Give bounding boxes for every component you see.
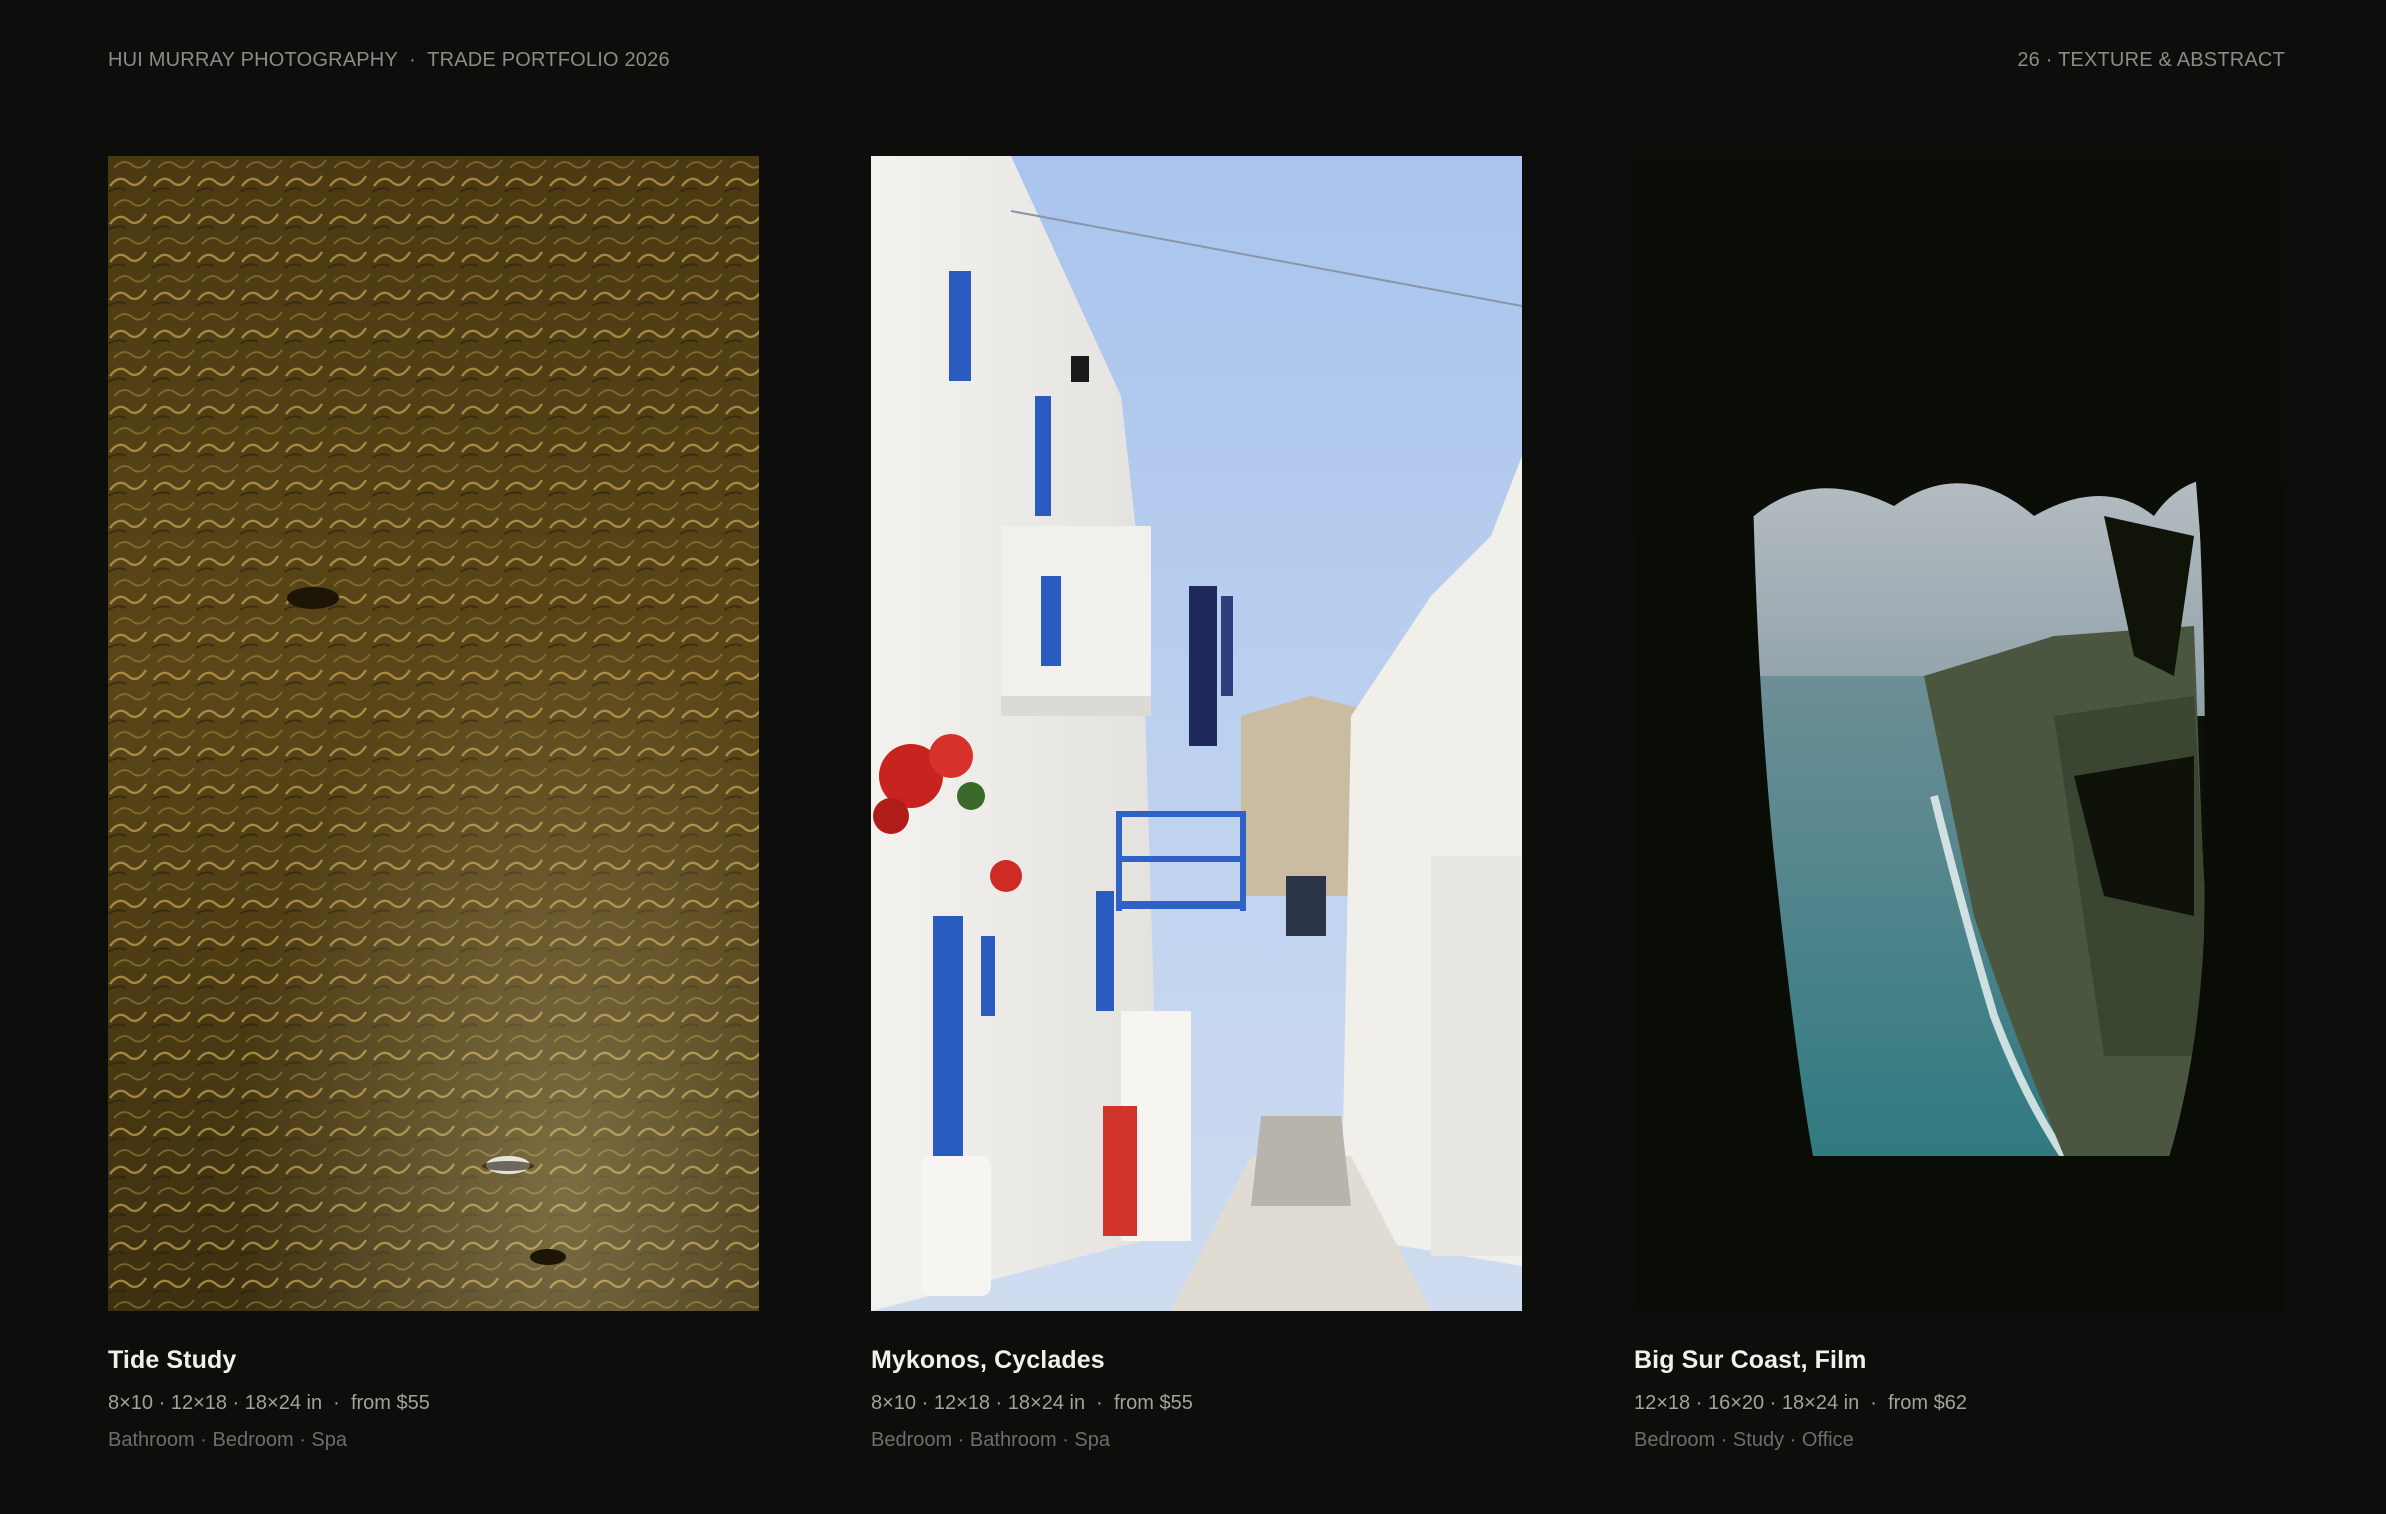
photo-mykonos[interactable]	[871, 156, 1522, 1311]
portfolio-name: TRADE PORTFOLIO 2026	[427, 48, 670, 71]
photo-rooms: Bedroom · Bathroom · Spa	[871, 1429, 1110, 1451]
golden-water-ripples-image	[108, 156, 759, 1311]
photo-big-sur[interactable]	[1634, 156, 2285, 1311]
photo-sizes: 8×10 · 12×18 · 18×24 in	[871, 1392, 1086, 1414]
photo-card-big-sur[interactable]: Big Sur Coast, Film 12×18 · 16×20 · 18×2…	[1634, 156, 2285, 1452]
header-left: HUI MURRAY PHOTOGRAPHY · TRADE PORTFOLIO…	[108, 49, 670, 72]
photo-card-mykonos[interactable]: Mykonos, Cyclades 8×10 · 12×18 · 18×24 i…	[871, 156, 1522, 1452]
photo-specs: 12×18 · 16×20 · 18×24 in · from $62	[1634, 1392, 2285, 1415]
coast-through-trees-image	[1634, 156, 2285, 1311]
white-alley-blue-shutters-image	[871, 156, 1522, 1311]
photo-rooms: Bedroom · Study · Office	[1634, 1429, 1854, 1451]
photo-price: from $62	[1888, 1392, 1968, 1414]
photo-rooms: Bathroom · Bedroom · Spa	[108, 1429, 347, 1451]
photo-title: Tide Study	[108, 1346, 237, 1374]
photo-title: Big Sur Coast, Film	[1634, 1346, 1867, 1374]
photo-price: from $55	[350, 1392, 430, 1414]
specs-separator: ·	[322, 1392, 351, 1414]
page-header: HUI MURRAY PHOTOGRAPHY · TRADE PORTFOLIO…	[108, 48, 2285, 72]
header-separator: ·	[397, 48, 428, 71]
photo-price: from $55	[1113, 1392, 1193, 1414]
photo-tide-study[interactable]	[108, 156, 759, 1311]
photo-grid: Tide Study 8×10 · 12×18 · 18×24 in · fro…	[108, 156, 2285, 1452]
specs-separator: ·	[1085, 1392, 1114, 1414]
studio-name: HUI MURRAY PHOTOGRAPHY	[108, 48, 398, 71]
photo-specs: 8×10 · 12×18 · 18×24 in · from $55	[108, 1392, 759, 1415]
photo-sizes: 8×10 · 12×18 · 18×24 in	[108, 1392, 323, 1414]
photo-title: Mykonos, Cyclades	[871, 1346, 1105, 1374]
photo-specs: 8×10 · 12×18 · 18×24 in · from $55	[871, 1392, 1522, 1415]
section-label: 26 · TEXTURE & ABSTRACT	[2017, 48, 2285, 71]
photo-sizes: 12×18 · 16×20 · 18×24 in	[1634, 1392, 1860, 1414]
specs-separator: ·	[1859, 1392, 1889, 1414]
photo-card-tide-study[interactable]: Tide Study 8×10 · 12×18 · 18×24 in · fro…	[108, 156, 759, 1452]
